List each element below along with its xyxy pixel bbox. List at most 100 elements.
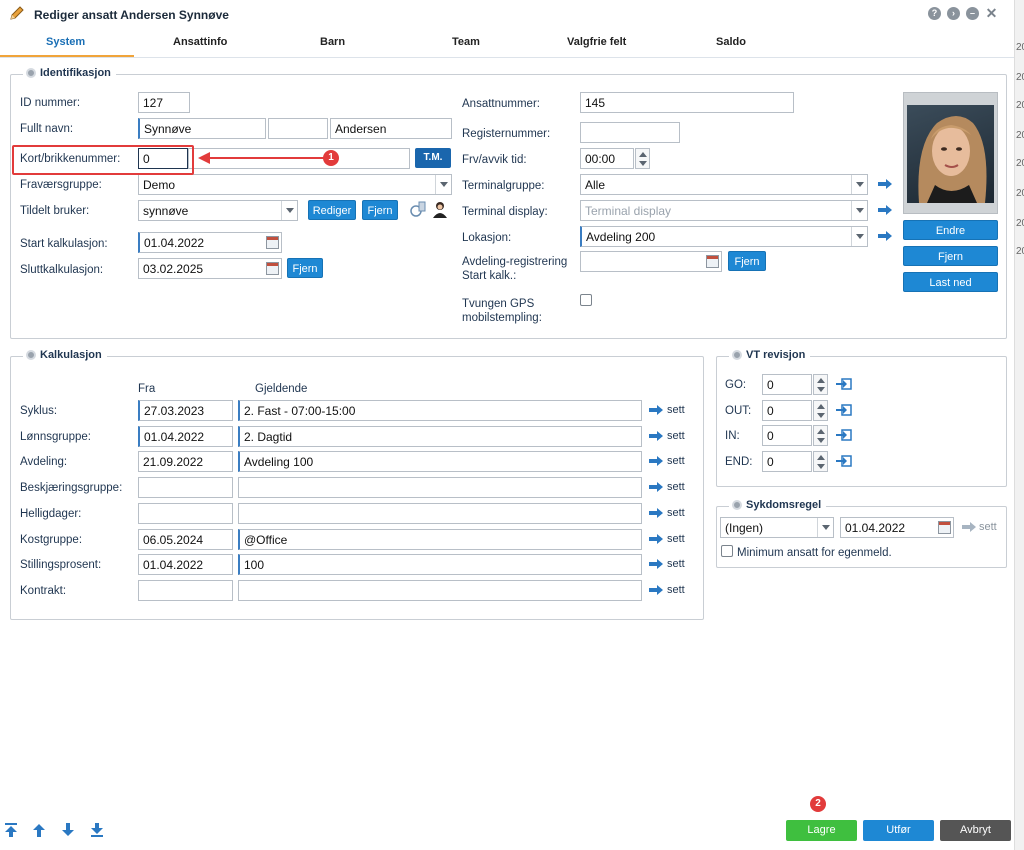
kalk-row-set-link[interactable]: sett — [667, 481, 685, 493]
vt-row-input[interactable]: 0 — [762, 374, 812, 395]
kalk-row-current-input[interactable] — [238, 579, 642, 601]
terminal-group-select[interactable]: Alle — [580, 174, 868, 195]
arrow-right-icon[interactable] — [649, 559, 663, 570]
vt-row-stepper[interactable] — [813, 374, 828, 395]
chevron-down-icon[interactable] — [817, 518, 833, 537]
minimize-icon[interactable]: – — [966, 7, 979, 20]
kalk-row-current-input[interactable]: 2. Fast - 07:00-15:00 — [238, 400, 642, 421]
previous-record-icon[interactable] — [32, 822, 46, 838]
kalk-row-set-link[interactable]: sett — [667, 455, 685, 467]
vt-action-icon[interactable] — [836, 378, 852, 390]
kalk-row-current-input[interactable]: Avdeling 100 — [238, 451, 642, 473]
kalk-row-set-link[interactable]: sett — [667, 404, 685, 416]
kalk-row-from-input[interactable]: 01.04.2022 — [138, 554, 233, 576]
start-calc-input[interactable]: 01.04.2022 — [138, 232, 282, 253]
end-calc-remove-button[interactable]: Fjern — [287, 258, 323, 278]
kalk-row-current-input[interactable] — [238, 502, 642, 524]
kalk-row-set-link[interactable]: sett — [667, 584, 685, 596]
employee-number-input[interactable]: 145 — [580, 92, 794, 113]
cancel-button[interactable]: Avbryt — [940, 820, 1011, 841]
arrow-right-icon[interactable] — [649, 584, 663, 595]
tm-button[interactable]: T.M. — [415, 148, 451, 168]
execute-button[interactable]: Utfør — [863, 820, 934, 841]
kalk-row-set-link[interactable]: sett — [667, 507, 685, 519]
register-number-input[interactable] — [580, 122, 680, 143]
tab-team[interactable]: Team — [452, 36, 480, 48]
remove-user-button[interactable]: Fjern — [362, 200, 398, 220]
help-icon[interactable]: ? — [928, 7, 941, 20]
tab-system[interactable]: System — [46, 36, 85, 48]
tab-valgfrie-felt[interactable]: Valgfrie felt — [567, 36, 626, 48]
arrow-right-icon[interactable] — [878, 231, 892, 241]
kalk-row-from-input[interactable]: 27.03.2023 — [138, 400, 233, 421]
calendar-icon[interactable] — [266, 262, 279, 275]
absence-group-select[interactable]: Demo — [138, 174, 452, 195]
kalk-row-from-input[interactable] — [138, 477, 233, 499]
edit-user-button[interactable]: Rediger — [308, 200, 356, 220]
vt-action-icon[interactable] — [836, 429, 852, 442]
vt-action-icon[interactable] — [836, 455, 852, 467]
vt-row-stepper[interactable] — [813, 425, 828, 447]
kalk-row-set-link[interactable]: sett — [667, 430, 685, 442]
kalk-row-from-input[interactable]: 06.05.2024 — [138, 528, 233, 550]
last-name-input[interactable]: Andersen — [330, 118, 452, 139]
arrow-right-icon[interactable] — [649, 456, 663, 467]
arrow-right-icon[interactable] — [649, 482, 663, 493]
terminal-display-select[interactable]: Terminal display — [580, 200, 868, 221]
arrow-right-icon[interactable] — [649, 533, 663, 544]
last-record-icon[interactable] — [90, 822, 104, 838]
photo-download-button[interactable]: Last ned — [903, 272, 998, 292]
sick-rule-date-input[interactable]: 01.04.2022 — [840, 517, 954, 538]
middle-name-input[interactable] — [268, 118, 328, 139]
sick-rule-select[interactable]: (Ingen) — [720, 517, 834, 538]
photo-remove-button[interactable]: Fjern — [903, 246, 998, 266]
tab-saldo[interactable]: Saldo — [716, 36, 746, 48]
chevron-down-icon[interactable] — [851, 175, 867, 194]
calendar-icon[interactable] — [706, 255, 719, 268]
arrow-right-icon[interactable] — [649, 430, 663, 441]
first-record-icon[interactable] — [4, 822, 18, 838]
chevron-down-icon[interactable] — [281, 201, 297, 220]
forward-icon[interactable]: › — [947, 7, 960, 20]
arrow-right-icon[interactable] — [649, 405, 663, 415]
kalk-row-current-input[interactable] — [238, 477, 642, 499]
chevron-down-icon[interactable] — [435, 175, 451, 194]
chevron-down-icon[interactable] — [851, 201, 867, 220]
save-button[interactable]: Lagre — [786, 820, 857, 841]
min-employee-checkbox[interactable] — [721, 545, 733, 557]
user-avatar-icon[interactable] — [430, 199, 450, 219]
user-link-icon[interactable] — [408, 199, 428, 219]
kalk-row-from-input[interactable] — [138, 579, 233, 601]
assigned-user-select[interactable]: synnøve — [138, 200, 298, 221]
vt-row-input[interactable]: 0 — [762, 425, 812, 447]
kalk-row-set-link[interactable]: sett — [667, 558, 685, 570]
kalk-row-from-input[interactable]: 21.09.2022 — [138, 451, 233, 473]
absence-time-stepper[interactable] — [635, 148, 650, 169]
id-number-input[interactable]: 127 — [138, 92, 190, 113]
arrow-right-icon[interactable] — [962, 522, 976, 532]
kalk-row-current-input[interactable]: 100 — [238, 554, 642, 576]
chevron-down-icon[interactable] — [851, 227, 867, 246]
arrow-right-icon[interactable] — [878, 179, 892, 189]
absence-time-input[interactable]: 00:00 — [580, 148, 634, 169]
gps-checkbox[interactable] — [580, 294, 592, 306]
tab-barn[interactable]: Barn — [320, 36, 345, 48]
tab-ansattinfo[interactable]: Ansattinfo — [173, 36, 227, 48]
arrow-right-icon[interactable] — [649, 507, 663, 518]
end-calc-input[interactable]: 03.02.2025 — [138, 258, 282, 279]
dept-registration-remove-button[interactable]: Fjern — [728, 251, 766, 271]
calendar-icon[interactable] — [938, 521, 951, 534]
close-icon[interactable]: ✕ — [985, 6, 998, 20]
sick-rule-set-link[interactable]: sett — [979, 521, 997, 533]
next-record-icon[interactable] — [61, 822, 75, 838]
kalk-row-set-link[interactable]: sett — [667, 533, 685, 545]
kalk-row-from-input[interactable] — [138, 502, 233, 524]
kalk-row-current-input[interactable]: @Office — [238, 528, 642, 550]
kalk-row-from-input[interactable]: 01.04.2022 — [138, 425, 233, 447]
arrow-right-icon[interactable] — [878, 205, 892, 215]
calendar-icon[interactable] — [266, 236, 279, 249]
vt-row-input[interactable]: 0 — [762, 399, 812, 421]
location-select[interactable]: Avdeling 200 — [580, 226, 868, 247]
photo-change-button[interactable]: Endre — [903, 220, 998, 240]
vt-row-input[interactable]: 0 — [762, 451, 812, 473]
